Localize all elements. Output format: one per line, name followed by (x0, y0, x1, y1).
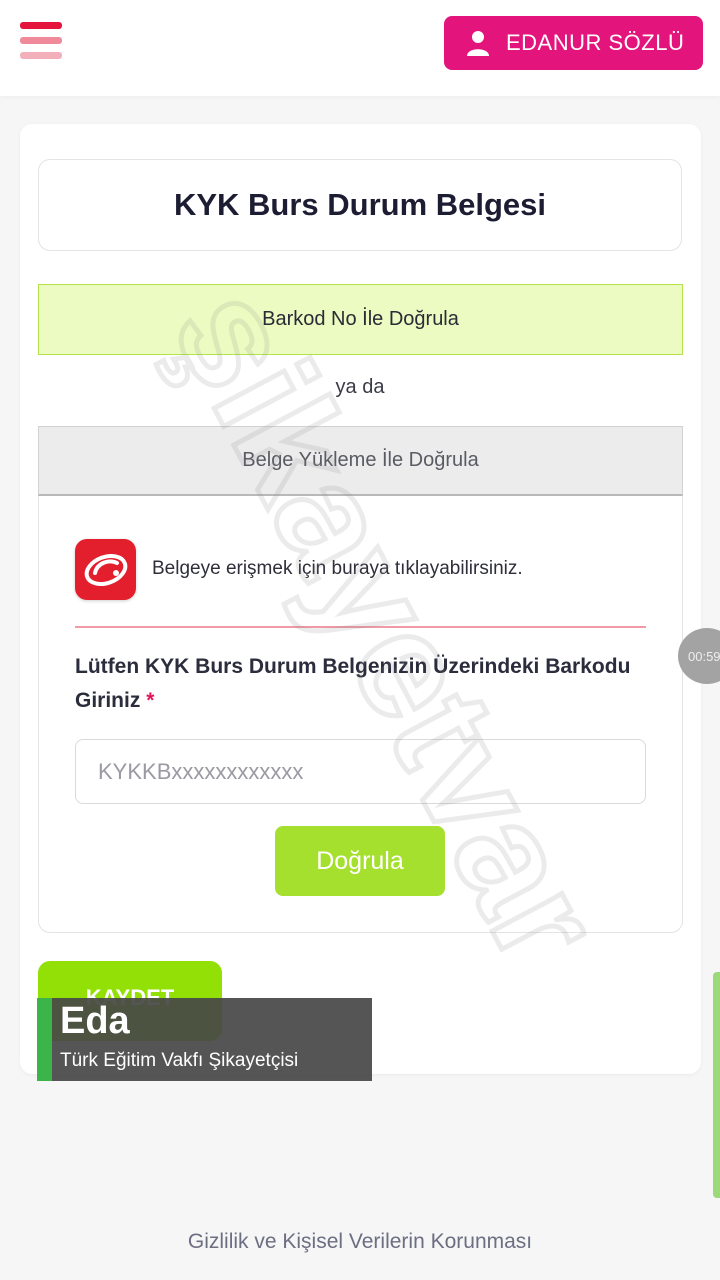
privacy-link[interactable]: Gizlilik ve Kişisel Verilerin Korunması (0, 1230, 720, 1254)
top-header: EDANUR SÖZLÜ (0, 0, 720, 96)
lower-third-accent (37, 998, 52, 1081)
tab-barcode-label: Barkod No İle Doğrula (262, 308, 459, 330)
user-name: EDANUR SÖZLÜ (506, 30, 685, 55)
tab-upload-verify[interactable]: Belge Yükleme İle Doğrula (38, 426, 683, 496)
or-separator: ya da (335, 376, 385, 398)
title-box: KYK Burs Durum Belgesi (38, 159, 682, 251)
verify-button[interactable]: Doğrula (275, 826, 445, 896)
user-profile-button[interactable]: EDANUR SÖZLÜ (444, 16, 703, 70)
required-marker: * (146, 689, 155, 712)
barcode-input[interactable] (75, 739, 646, 804)
barcode-field-label: Lütfen KYK Burs Durum Belgenizin Üzerind… (75, 655, 631, 712)
section-divider (75, 626, 646, 628)
side-scroll-strip[interactable] (713, 972, 720, 1198)
document-access-link[interactable]: Belgeye erişmek için buraya tıklayabilir… (152, 558, 523, 580)
edevlet-logo-icon[interactable] (75, 539, 136, 600)
user-icon (464, 29, 492, 57)
tab-upload-label: Belge Yükleme İle Doğrula (242, 449, 479, 471)
speaker-lower-third: Eda Türk Eğitim Vakfı Şikayetçisi (37, 998, 372, 1081)
page-title: KYK Burs Durum Belgesi (173, 187, 547, 222)
tab-barcode-verify[interactable]: Barkod No İle Doğrula (38, 284, 683, 355)
hamburger-menu-icon[interactable] (20, 22, 62, 62)
speaker-name: Eda (60, 1000, 130, 1042)
speaker-subtitle: Türk Eğitim Vakfı Şikayetçisi (60, 1050, 299, 1071)
